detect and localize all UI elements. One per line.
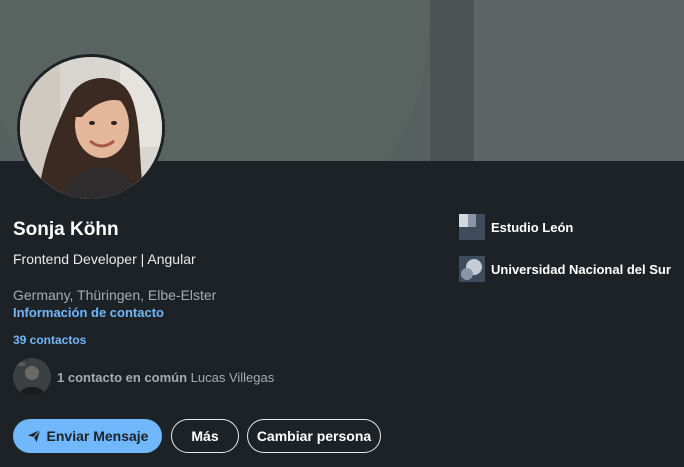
send-message-button[interactable]: Enviar Mensaje	[13, 419, 162, 453]
university-name: Universidad Nacional del Sur	[491, 261, 671, 277]
profile-photo-frame	[17, 54, 165, 202]
more-label: Más	[191, 428, 219, 444]
profile-photo[interactable]	[20, 57, 162, 199]
banner-shape	[474, 0, 684, 161]
mutual-contact-name: Lucas Villegas	[190, 369, 275, 385]
university-logo-icon	[459, 256, 485, 282]
experience-item-company[interactable]: Estudio León	[459, 214, 573, 240]
mutual-count: 1 contacto en común	[57, 369, 188, 385]
change-person-button[interactable]: Cambiar persona	[247, 419, 381, 453]
profile-name: Sonja Köhn	[13, 219, 119, 240]
company-logo-icon	[459, 214, 485, 240]
send-message-label: Enviar Mensaje	[46, 428, 149, 444]
contact-info-link[interactable]: Información de contacto	[13, 305, 164, 320]
more-button[interactable]: Más	[171, 419, 239, 453]
profile-location: Germany, Thüringen, Elbe-Elster	[13, 287, 217, 303]
contacts-count-link[interactable]: 39 contactos	[13, 333, 86, 347]
profile-headline: Frontend Developer | Angular	[13, 251, 196, 267]
change-person-label: Cambiar persona	[256, 428, 372, 444]
company-name: Estudio León	[491, 219, 574, 235]
mutual-contact-avatar	[13, 358, 51, 396]
mutual-connections[interactable]: 1 contacto en común Lucas Villegas	[13, 358, 274, 396]
experience-item-university[interactable]: Universidad Nacional del Sur	[459, 256, 671, 282]
banner-shape	[430, 0, 474, 161]
send-icon	[27, 429, 41, 443]
